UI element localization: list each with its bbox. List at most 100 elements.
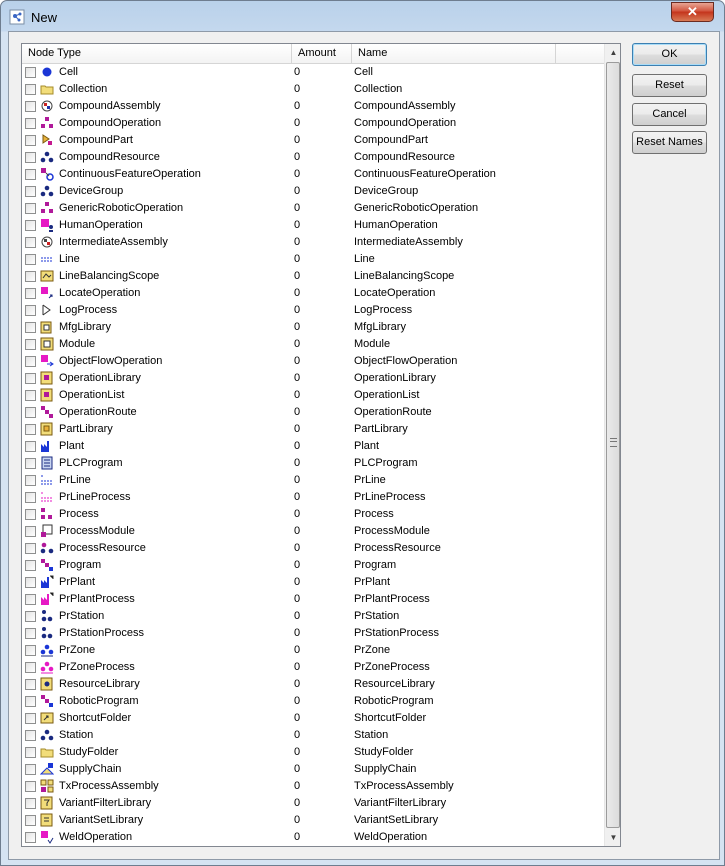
row-checkbox[interactable]	[25, 492, 36, 503]
name-cell[interactable]: Collection	[354, 83, 402, 95]
name-cell[interactable]: Plant	[354, 440, 379, 452]
name-cell[interactable]: PrLine	[354, 474, 386, 486]
amount-cell[interactable]: 0	[294, 202, 300, 214]
amount-cell[interactable]: 0	[294, 236, 300, 248]
name-cell[interactable]: Cell	[354, 66, 373, 78]
list-item[interactable]: StudyFolder 0 StudyFolder	[22, 744, 604, 761]
list-item[interactable]: CompoundOperation 0 CompoundOperation	[22, 115, 604, 132]
name-cell[interactable]: ProcessResource	[354, 542, 441, 554]
name-cell[interactable]: PrStation	[354, 610, 399, 622]
list-item[interactable]: VariantSetLibrary 0 VariantSetLibrary	[22, 812, 604, 829]
row-checkbox[interactable]	[25, 560, 36, 571]
amount-cell[interactable]: 0	[294, 474, 300, 486]
row-checkbox[interactable]	[25, 356, 36, 367]
list-item[interactable]: LogProcess 0 LogProcess	[22, 302, 604, 319]
list-item[interactable]: CompoundAssembly 0 CompoundAssembly	[22, 98, 604, 115]
amount-cell[interactable]: 0	[294, 576, 300, 588]
list-item[interactable]: Program 0 Program	[22, 557, 604, 574]
row-checkbox[interactable]	[25, 815, 36, 826]
name-cell[interactable]: OperationList	[354, 389, 419, 401]
list-item[interactable]: ProcessModule 0 ProcessModule	[22, 523, 604, 540]
row-checkbox[interactable]	[25, 679, 36, 690]
name-cell[interactable]: RoboticProgram	[354, 695, 433, 707]
amount-cell[interactable]: 0	[294, 372, 300, 384]
list-item[interactable]: PrZone 0 PrZone	[22, 642, 604, 659]
row-checkbox[interactable]	[25, 407, 36, 418]
amount-cell[interactable]: 0	[294, 678, 300, 690]
name-cell[interactable]: PrPlantProcess	[354, 593, 430, 605]
row-checkbox[interactable]	[25, 118, 36, 129]
row-checkbox[interactable]	[25, 696, 36, 707]
row-checkbox[interactable]	[25, 305, 36, 316]
amount-cell[interactable]: 0	[294, 729, 300, 741]
amount-cell[interactable]: 0	[294, 406, 300, 418]
name-cell[interactable]: CompoundAssembly	[354, 100, 456, 112]
list-item[interactable]: PrLine 0 PrLine	[22, 472, 604, 489]
name-cell[interactable]: ContinuousFeatureOperation	[354, 168, 496, 180]
name-cell[interactable]: StudyFolder	[354, 746, 413, 758]
list-item[interactable]: WeldOperation 0 WeldOperation	[22, 829, 604, 846]
row-checkbox[interactable]	[25, 594, 36, 605]
name-cell[interactable]: OperationLibrary	[354, 372, 436, 384]
name-cell[interactable]: VariantSetLibrary	[354, 814, 438, 826]
amount-cell[interactable]: 0	[294, 389, 300, 401]
name-cell[interactable]: VariantFilterLibrary	[354, 797, 446, 809]
amount-cell[interactable]: 0	[294, 457, 300, 469]
list-item[interactable]: PartLibrary 0 PartLibrary	[22, 421, 604, 438]
row-checkbox[interactable]	[25, 662, 36, 673]
name-cell[interactable]: LogProcess	[354, 304, 412, 316]
name-cell[interactable]: PrStationProcess	[354, 627, 439, 639]
amount-cell[interactable]: 0	[294, 559, 300, 571]
name-cell[interactable]: Module	[354, 338, 390, 350]
amount-cell[interactable]: 0	[294, 185, 300, 197]
row-checkbox[interactable]	[25, 781, 36, 792]
close-button[interactable]: ✕	[671, 2, 714, 22]
row-checkbox[interactable]	[25, 645, 36, 656]
reset-button[interactable]: Reset	[632, 74, 707, 97]
row-checkbox[interactable]	[25, 509, 36, 520]
amount-cell[interactable]: 0	[294, 253, 300, 265]
name-cell[interactable]: HumanOperation	[354, 219, 438, 231]
amount-cell[interactable]: 0	[294, 627, 300, 639]
row-checkbox[interactable]	[25, 84, 36, 95]
amount-cell[interactable]: 0	[294, 423, 300, 435]
list-item[interactable]: Collection 0 Collection	[22, 81, 604, 98]
row-checkbox[interactable]	[25, 203, 36, 214]
amount-cell[interactable]: 0	[294, 593, 300, 605]
amount-cell[interactable]: 0	[294, 219, 300, 231]
list-item[interactable]: PrPlantProcess 0 PrPlantProcess	[22, 591, 604, 608]
name-cell[interactable]: MfgLibrary	[354, 321, 406, 333]
row-checkbox[interactable]	[25, 424, 36, 435]
vertical-scrollbar[interactable]: ▲ ▼	[604, 44, 620, 846]
row-checkbox[interactable]	[25, 458, 36, 469]
reset-names-button[interactable]: Reset Names	[632, 131, 707, 154]
list-item[interactable]: PLCProgram 0 PLCProgram	[22, 455, 604, 472]
name-cell[interactable]: PrZoneProcess	[354, 661, 430, 673]
list-item[interactable]: Process 0 Process	[22, 506, 604, 523]
name-cell[interactable]: PrLineProcess	[354, 491, 426, 503]
list-item[interactable]: ContinuousFeatureOperation 0 ContinuousFea…	[22, 166, 604, 183]
name-cell[interactable]: PLCProgram	[354, 457, 418, 469]
row-checkbox[interactable]	[25, 254, 36, 265]
ok-button[interactable]: OK	[632, 43, 707, 66]
amount-cell[interactable]: 0	[294, 644, 300, 656]
list-item[interactable]: CompoundPart 0 CompoundPart	[22, 132, 604, 149]
list-item[interactable]: ObjectFlowOperation 0 ObjectFlowOperation	[22, 353, 604, 370]
name-cell[interactable]: CompoundOperation	[354, 117, 456, 129]
list-item[interactable]: CompoundResource 0 CompoundResource	[22, 149, 604, 166]
column-header-amount[interactable]: Amount	[292, 44, 352, 63]
list-item[interactable]: HumanOperation 0 HumanOperation	[22, 217, 604, 234]
name-cell[interactable]: Program	[354, 559, 396, 571]
amount-cell[interactable]: 0	[294, 780, 300, 792]
list-item[interactable]: SupplyChain 0 SupplyChain	[22, 761, 604, 778]
amount-cell[interactable]: 0	[294, 763, 300, 775]
row-checkbox[interactable]	[25, 271, 36, 282]
scroll-up-icon[interactable]: ▲	[605, 44, 620, 61]
row-checkbox[interactable]	[25, 441, 36, 452]
name-cell[interactable]: Line	[354, 253, 375, 265]
row-checkbox[interactable]	[25, 764, 36, 775]
amount-cell[interactable]: 0	[294, 525, 300, 537]
row-checkbox[interactable]	[25, 288, 36, 299]
amount-cell[interactable]: 0	[294, 304, 300, 316]
list-item[interactable]: Station 0 Station	[22, 727, 604, 744]
